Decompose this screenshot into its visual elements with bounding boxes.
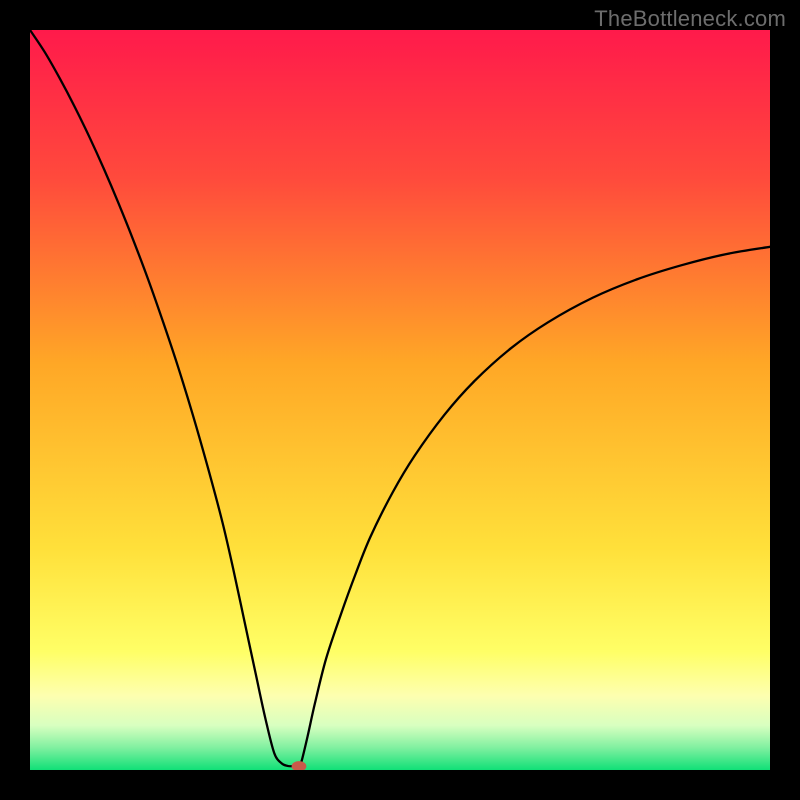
chart-frame: TheBottleneck.com bbox=[0, 0, 800, 800]
chart-background bbox=[30, 30, 770, 770]
watermark-text: TheBottleneck.com bbox=[594, 6, 786, 32]
bottleneck-chart bbox=[30, 30, 770, 770]
